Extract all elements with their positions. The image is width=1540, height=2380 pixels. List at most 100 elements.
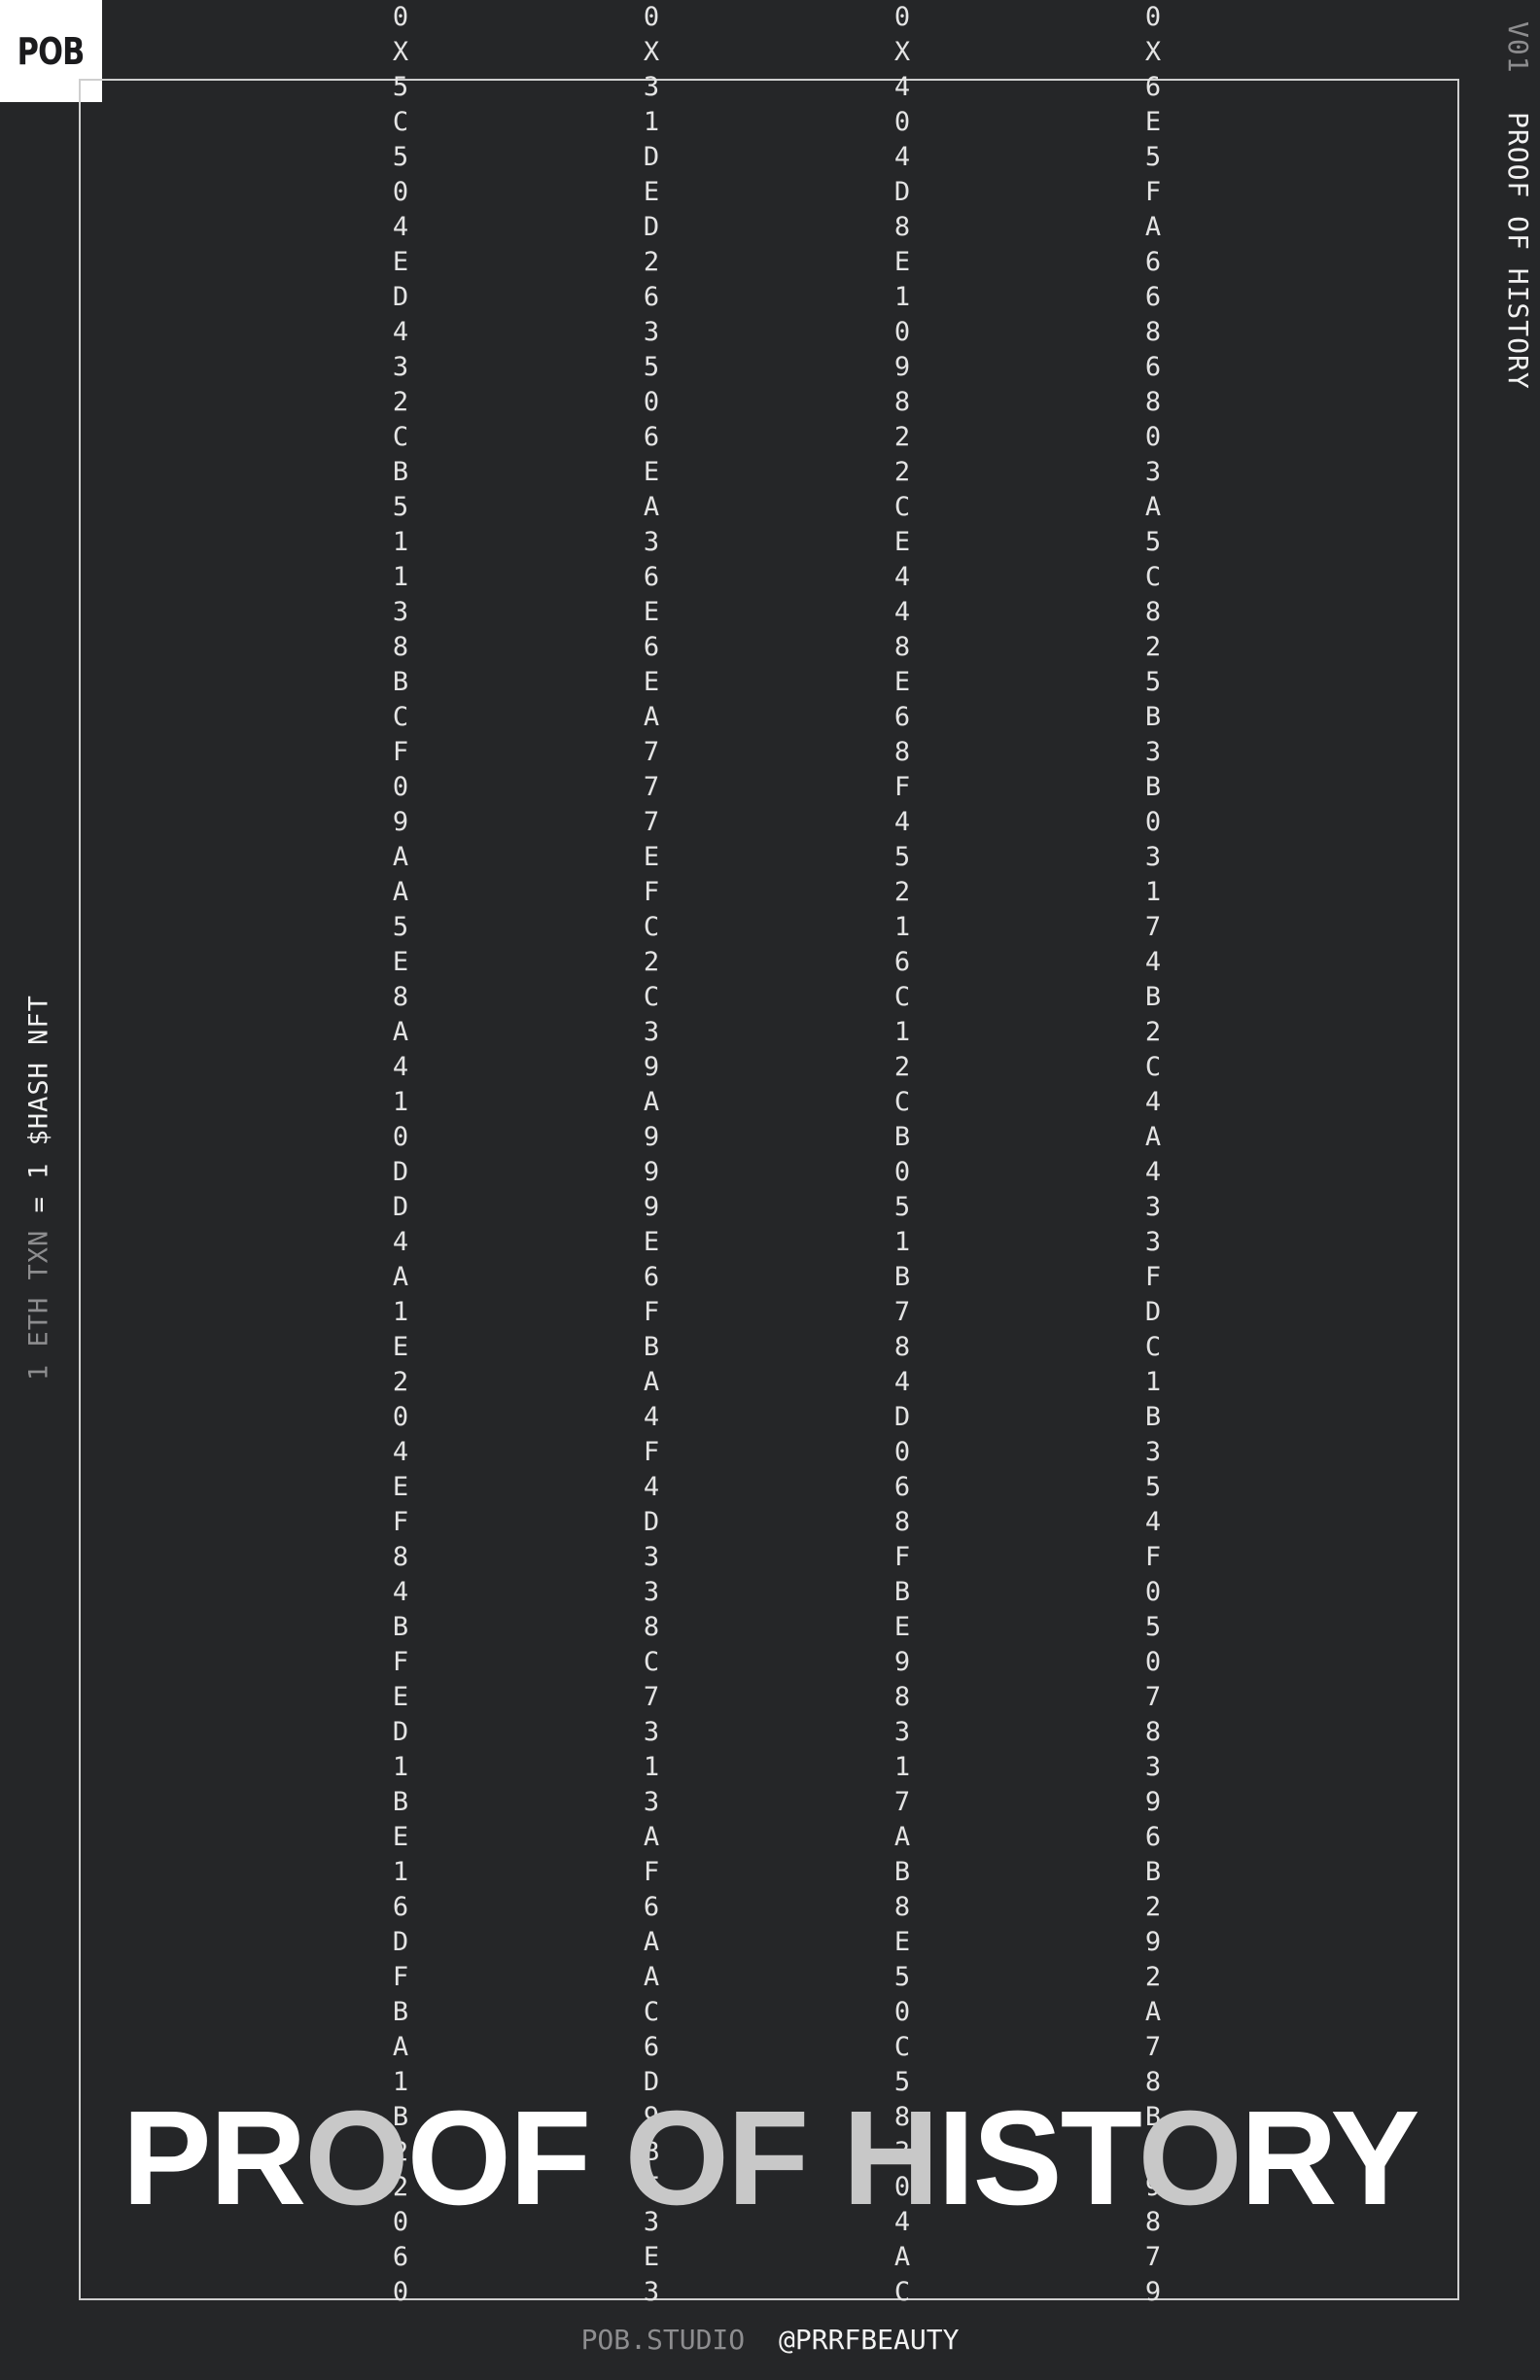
hash-char: 0 — [1144, 2, 1162, 32]
hash-char: C — [392, 107, 409, 137]
hash-char: 1 — [392, 1857, 409, 1887]
hash-char: 0 — [392, 2, 409, 32]
poster-title-segment: RY — [1240, 2083, 1420, 2233]
footer: POB.STUDIO @PRRFBEAUTY — [0, 2324, 1540, 2356]
hash-char: 9 — [1144, 1927, 1162, 1957]
hash-char: 7 — [1144, 912, 1162, 942]
hash-char: 2 — [1144, 1017, 1162, 1047]
hash-char: 9 — [1144, 2277, 1162, 2307]
hash-char: 4 — [893, 597, 911, 627]
hash-char: D — [643, 142, 660, 172]
hash-char: 2 — [1144, 632, 1162, 662]
hash-char: 1 — [643, 107, 660, 137]
hash-char: 4 — [1144, 1087, 1162, 1117]
hash-char: B — [893, 1262, 911, 1292]
hash-char: 7 — [643, 807, 660, 837]
hash-char: F — [643, 1437, 660, 1467]
hash-char: E — [893, 667, 911, 697]
hash-char: F — [1144, 1262, 1162, 1292]
hash-char: 7 — [1144, 1682, 1162, 1712]
hash-char: F — [643, 877, 660, 907]
hash-char: F — [893, 772, 911, 802]
hash-char: 3 — [392, 352, 409, 382]
hash-char: 4 — [643, 1472, 660, 1502]
hash-char: A — [643, 492, 660, 522]
hash-char: A — [392, 842, 409, 872]
hash-char: 0 — [392, 1402, 409, 1432]
hash-char: 8 — [893, 632, 911, 662]
hash-char: E — [392, 1822, 409, 1852]
hash-char: A — [392, 1262, 409, 1292]
hash-char: E — [643, 177, 660, 207]
hash-char: A — [893, 2242, 911, 2272]
hash-char: 4 — [392, 317, 409, 347]
hash-char: C — [643, 1997, 660, 2027]
hash-char: 5 — [392, 492, 409, 522]
hash-char: 9 — [392, 807, 409, 837]
hash-char: 1 — [1144, 1367, 1162, 1397]
hash-char: A — [643, 1927, 660, 1957]
hash-char: A — [643, 1822, 660, 1852]
hash-char: F — [893, 1542, 911, 1572]
hash-char: 3 — [643, 317, 660, 347]
hash-char: C — [893, 982, 911, 1012]
hash-char: 5 — [392, 142, 409, 172]
hash-char: 7 — [643, 1682, 660, 1712]
hash-char: 8 — [643, 1612, 660, 1642]
hash-char: 2 — [1144, 1962, 1162, 1992]
hash-char: 6 — [643, 282, 660, 312]
hash-char: 0 — [1144, 1647, 1162, 1677]
hash-char: 8 — [1144, 387, 1162, 417]
hash-char: 7 — [643, 737, 660, 767]
hash-char: C — [392, 422, 409, 452]
hash-char: 6 — [1144, 72, 1162, 102]
hash-char: F — [643, 1297, 660, 1327]
hash-char: B — [1144, 1402, 1162, 1432]
hash-char: 9 — [893, 1647, 911, 1677]
hash-char: 6 — [643, 562, 660, 592]
hash-char: A — [392, 2032, 409, 2062]
hash-char: D — [1144, 1297, 1162, 1327]
version-caption: V01 PROOF OF HISTORY — [1502, 21, 1534, 390]
hash-char: E — [643, 2242, 660, 2272]
hash-char: C — [643, 982, 660, 1012]
hash-char: 9 — [1144, 1787, 1162, 1817]
hash-char: 2 — [392, 1367, 409, 1397]
hash-char: D — [392, 1192, 409, 1222]
hash-char: 1 — [893, 1752, 911, 1782]
hash-char: 8 — [893, 1507, 911, 1537]
hash-char: 6 — [893, 702, 911, 732]
hash-char: 6 — [643, 1262, 660, 1292]
hash-char: 0 — [1144, 1577, 1162, 1607]
hash-char: 2 — [893, 457, 911, 487]
hash-char: 8 — [392, 632, 409, 662]
hash-char: 6 — [643, 1892, 660, 1922]
hash-char: E — [893, 247, 911, 277]
hash-char: C — [893, 2032, 911, 2062]
hash-char: 8 — [893, 1332, 911, 1362]
hash-char: E — [643, 1227, 660, 1257]
hash-char: D — [392, 1157, 409, 1187]
hash-char: 8 — [893, 387, 911, 417]
hash-char: 1 — [893, 1227, 911, 1257]
hash-char: 4 — [1144, 947, 1162, 977]
hash-char: A — [392, 1017, 409, 1047]
hash-char: 3 — [643, 2277, 660, 2307]
poster-frame — [79, 79, 1459, 2300]
hash-char: C — [1144, 1332, 1162, 1362]
hash-char: 3 — [1144, 842, 1162, 872]
hash-char: 2 — [893, 877, 911, 907]
logo-text: POB — [18, 29, 86, 73]
hash-char: 0 — [392, 2277, 409, 2307]
hash-char: D — [392, 1717, 409, 1747]
hash-char: 6 — [1144, 247, 1162, 277]
hash-char: 4 — [1144, 1157, 1162, 1187]
exchange-caption-lit: = 1 $HASH NFT — [23, 995, 54, 1213]
hash-char: 5 — [392, 72, 409, 102]
hash-char: 3 — [893, 1717, 911, 1747]
hash-char: C — [1144, 1052, 1162, 1082]
hash-char: 3 — [1144, 1437, 1162, 1467]
hash-char: 6 — [893, 947, 911, 977]
hash-char: 4 — [392, 212, 409, 242]
hash-char: F — [643, 1857, 660, 1887]
